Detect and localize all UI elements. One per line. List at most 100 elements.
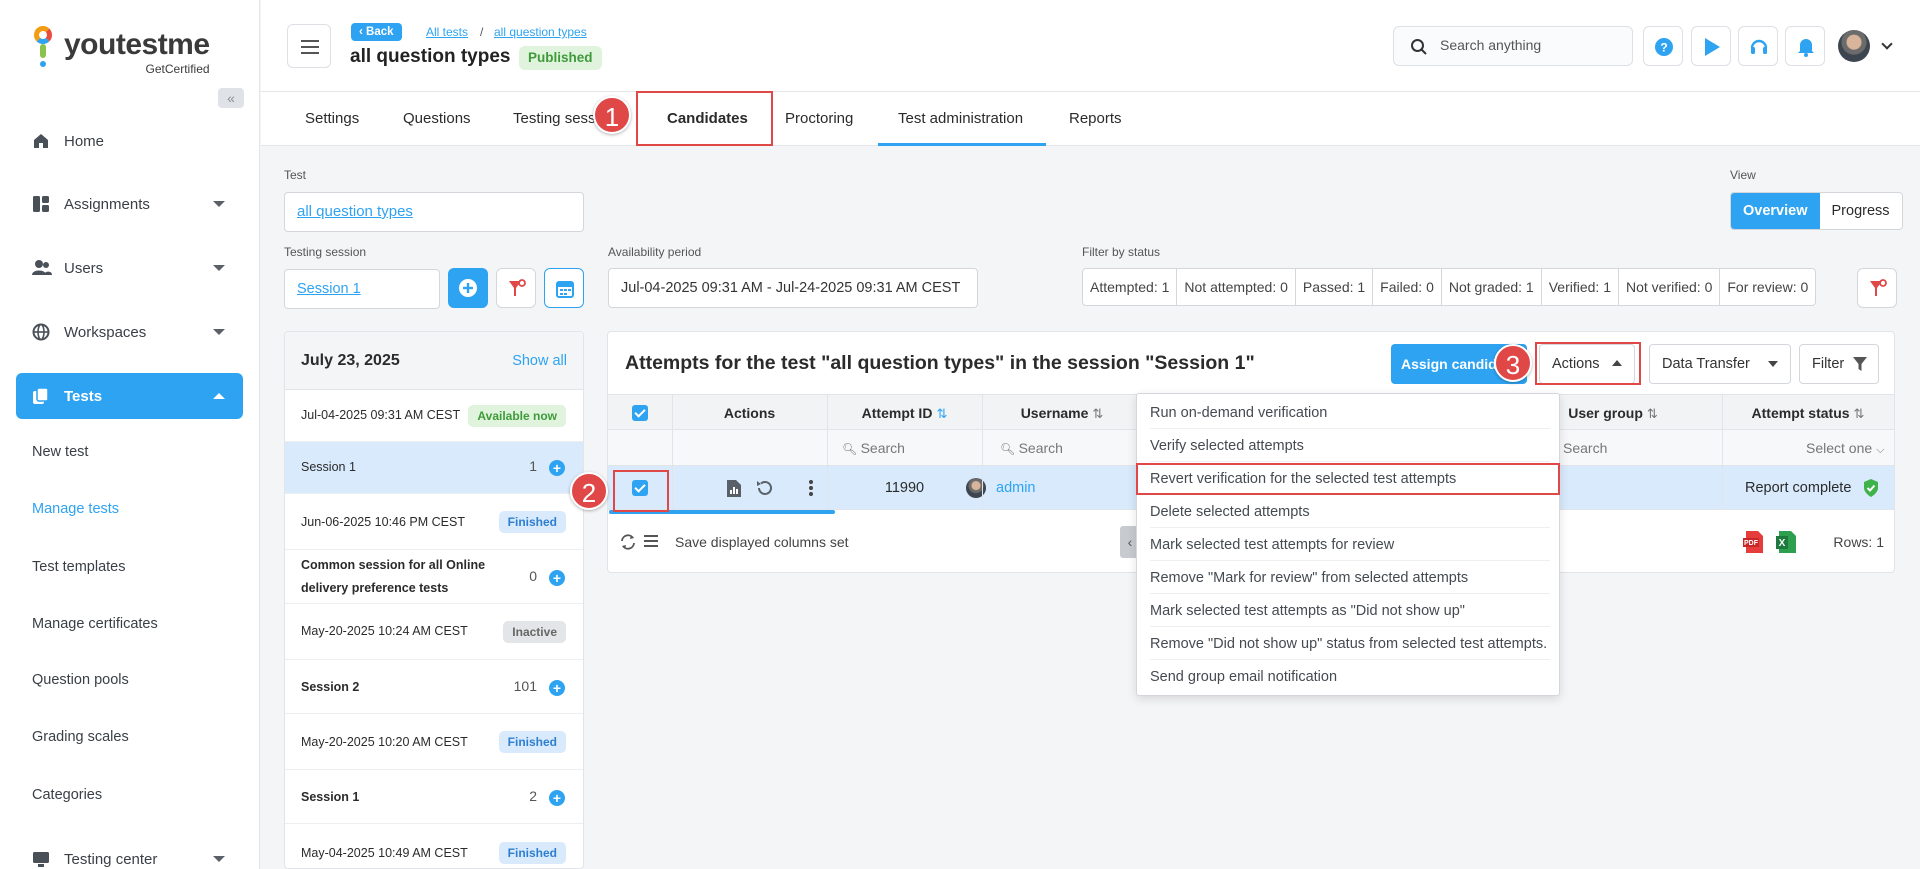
- nav-assignments[interactable]: Assignments: [16, 181, 243, 227]
- nav-testing-center[interactable]: Testing center: [16, 836, 243, 869]
- add-candidate-icon[interactable]: +: [549, 680, 565, 696]
- excel-export-icon[interactable]: X: [1776, 530, 1798, 554]
- session-row[interactable]: May-20-2025 10:20 AM CEST Finished: [285, 714, 583, 770]
- session-row[interactable]: Jun-06-2025 10:46 PM CEST Finished: [285, 494, 583, 550]
- tab-reports[interactable]: Reports: [1069, 92, 1122, 146]
- session-row[interactable]: May-20-2025 10:24 AM CEST Inactive: [285, 604, 583, 660]
- sub-manage-tests[interactable]: Manage tests: [32, 501, 119, 517]
- notifications-button[interactable]: [1785, 26, 1825, 66]
- menu-item-mark-did-not-show[interactable]: Mark selected test attempts as "Did not …: [1150, 595, 1550, 627]
- step-marker-2: 2: [570, 472, 608, 510]
- menu-item-run-verification[interactable]: Run on-demand verification: [1150, 397, 1550, 429]
- menu-item-delete-selected[interactable]: Delete selected attempts: [1150, 496, 1550, 528]
- sub-manage-certificates[interactable]: Manage certificates: [32, 616, 158, 632]
- columns-icon[interactable]: [644, 534, 658, 548]
- back-button[interactable]: ‹ Back: [351, 23, 402, 41]
- support-button[interactable]: [1738, 26, 1778, 66]
- col-username[interactable]: Username ⇅: [982, 395, 1142, 431]
- filter-not-graded[interactable]: Not graded: 1: [1442, 269, 1542, 305]
- show-all-link[interactable]: Show all: [512, 353, 567, 369]
- view-overview-button[interactable]: Overview: [1731, 193, 1820, 229]
- user-group-search[interactable]: Search: [1563, 430, 1607, 466]
- status-select[interactable]: Select one ⌵: [1806, 430, 1884, 466]
- view-label: View: [1730, 168, 1756, 182]
- tab-settings[interactable]: Settings: [305, 92, 359, 146]
- report-icon[interactable]: [726, 479, 742, 498]
- add-session-button[interactable]: [448, 268, 488, 308]
- nav-home[interactable]: Home: [16, 118, 243, 164]
- sub-categories[interactable]: Categories: [32, 787, 102, 803]
- availability-field[interactable]: Jul-04-2025 09:31 AM - Jul-24-2025 09:31…: [608, 268, 978, 308]
- menu-button[interactable]: [287, 24, 331, 68]
- refresh-icon[interactable]: [619, 533, 637, 551]
- verified-shield-icon: [1864, 479, 1878, 497]
- filter-not-verified[interactable]: Not verified: 0: [1619, 269, 1721, 305]
- session-row[interactable]: Session 1 2 +: [285, 770, 583, 824]
- add-candidate-icon[interactable]: +: [549, 460, 565, 476]
- save-columns-link[interactable]: Save displayed columns set: [675, 534, 849, 550]
- user-avatar[interactable]: [1838, 30, 1870, 62]
- data-transfer-button[interactable]: Data Transfer: [1649, 344, 1791, 384]
- help-button[interactable]: ?: [1643, 26, 1683, 66]
- sub-question-pools[interactable]: Question pools: [32, 672, 129, 688]
- session-row[interactable]: Session 1 1 +: [285, 442, 583, 494]
- sub-new-test[interactable]: New test: [32, 444, 88, 460]
- menu-item-remove-did-not-show[interactable]: Remove "Did not show up" status from sel…: [1150, 628, 1550, 660]
- breadcrumb-current[interactable]: all question types: [494, 25, 587, 39]
- reset-status-filter-button[interactable]: [1857, 268, 1897, 308]
- test-field[interactable]: all question types: [284, 192, 584, 232]
- more-vertical-icon[interactable]: [808, 478, 814, 498]
- add-candidate-icon[interactable]: +: [549, 570, 565, 586]
- nav-tests[interactable]: Tests: [16, 373, 243, 419]
- tab-test-administration[interactable]: Test administration: [898, 92, 1023, 146]
- filter-not-attempted[interactable]: Not attempted: 0: [1177, 269, 1296, 305]
- view-progress-button[interactable]: Progress: [1820, 193, 1902, 229]
- bell-icon: [1798, 39, 1814, 57]
- menu-item-remove-mark-for-review[interactable]: Remove "Mark for review" from selected a…: [1150, 562, 1550, 594]
- global-search[interactable]: [1393, 26, 1633, 66]
- nav-users[interactable]: Users: [16, 245, 243, 291]
- sub-test-templates[interactable]: Test templates: [32, 559, 126, 575]
- select-all-checkbox[interactable]: [632, 405, 648, 421]
- tab-testing-sessions[interactable]: Testing sess: [513, 92, 596, 146]
- menu-item-send-email[interactable]: Send group email notification: [1150, 661, 1550, 693]
- col-attempt-status[interactable]: Attempt status ⇅: [1722, 395, 1894, 431]
- collapse-sidebar-icon[interactable]: «: [218, 88, 244, 108]
- play-button[interactable]: [1691, 26, 1731, 66]
- calendar-button[interactable]: [544, 268, 584, 308]
- filter-verified[interactable]: Verified: 1: [1542, 269, 1619, 305]
- chevron-down-icon: [213, 856, 225, 862]
- session-row[interactable]: Session 2 101 +: [285, 660, 583, 714]
- reset-icon[interactable]: [755, 478, 775, 498]
- username-search[interactable]: 🔍︎ Search: [1000, 430, 1063, 466]
- filter-attempted[interactable]: Attempted: 1: [1083, 269, 1178, 305]
- filter-button[interactable]: Filter: [1799, 344, 1879, 384]
- username-link[interactable]: admin: [996, 466, 1036, 510]
- session-row[interactable]: Common session for all Online delivery p…: [285, 550, 583, 604]
- tab-proctoring[interactable]: Proctoring: [785, 92, 853, 146]
- filter-failed[interactable]: Failed: 0: [1373, 269, 1442, 305]
- tab-questions[interactable]: Questions: [403, 92, 471, 146]
- sub-grading-scales[interactable]: Grading scales: [32, 729, 129, 745]
- nav-workspaces[interactable]: Workspaces: [16, 309, 243, 355]
- filter-for-review[interactable]: For review: 0: [1720, 269, 1815, 305]
- search-input[interactable]: [1440, 37, 1620, 53]
- chevron-down-icon[interactable]: [1881, 38, 1893, 50]
- col-attempt-id[interactable]: Attempt ID ⇅: [827, 395, 982, 431]
- session-row[interactable]: Jul-04-2025 09:31 AM CEST Available now: [285, 390, 583, 442]
- pdf-export-icon[interactable]: PDF: [1743, 530, 1765, 554]
- menu-item-mark-for-review[interactable]: Mark selected test attempts for review: [1150, 529, 1550, 561]
- svg-text:X: X: [1779, 538, 1786, 549]
- col-user-group[interactable]: User group ⇅: [1538, 395, 1688, 431]
- attempt-id-search[interactable]: 🔍︎ Search: [842, 430, 905, 466]
- session-row[interactable]: May-04-2025 10:49 AM CEST Finished: [285, 824, 583, 868]
- availability-label: Availability period: [608, 245, 702, 259]
- add-candidate-icon[interactable]: +: [549, 790, 565, 806]
- sort-icon: ⇅: [1853, 406, 1865, 421]
- logo[interactable]: youtestme GetCertified: [32, 24, 210, 76]
- breadcrumb-all-tests[interactable]: All tests: [426, 25, 468, 39]
- menu-item-verify-selected[interactable]: Verify selected attempts: [1150, 430, 1550, 462]
- session-field[interactable]: Session 1: [284, 269, 440, 309]
- clear-filter-button[interactable]: [496, 268, 536, 308]
- filter-passed[interactable]: Passed: 1: [1296, 269, 1374, 305]
